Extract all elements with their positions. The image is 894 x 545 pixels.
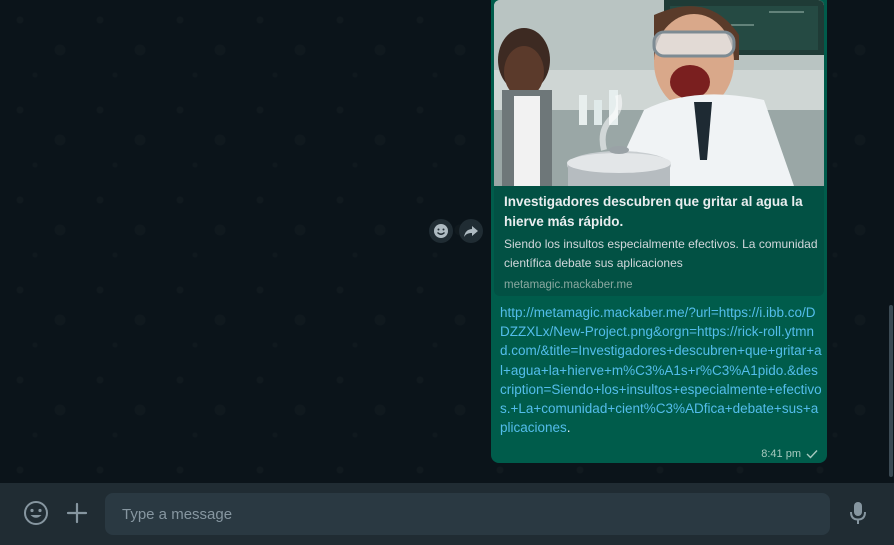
scientist-image <box>494 0 824 186</box>
emoji-icon <box>24 501 48 525</box>
single-check-icon <box>806 450 818 459</box>
message-text-suffix: . <box>566 420 571 436</box>
link-preview-domain: metamagic.mackaber.me <box>504 279 633 291</box>
message-meta: 8:41 pm <box>761 448 819 460</box>
link-preview-text: Investigadores descubren que gritar al a… <box>504 192 818 293</box>
link-preview-title: Investigadores descubren que gritar al a… <box>504 194 803 229</box>
message-composer <box>0 483 894 545</box>
scrollbar[interactable] <box>889 305 893 477</box>
voice-message-button[interactable] <box>845 500 871 526</box>
link-preview-description: Siendo los insultos especialmente efecti… <box>504 237 818 270</box>
react-button[interactable] <box>429 219 453 243</box>
outgoing-message-bubble[interactable]: Investigadores descubren que gritar al a… <box>491 0 827 463</box>
attach-button[interactable] <box>64 500 90 526</box>
message-time: 8:41 pm <box>761 448 801 460</box>
link-preview-image[interactable] <box>494 0 824 186</box>
forward-icon <box>464 226 478 237</box>
plus-icon <box>66 502 88 524</box>
link-preview-card[interactable]: Investigadores descubren que gritar al a… <box>494 0 824 296</box>
forward-button[interactable] <box>459 219 483 243</box>
emoji-react-icon <box>434 224 448 238</box>
microphone-icon <box>850 502 866 524</box>
message-input[interactable] <box>105 493 830 535</box>
chat-panel: Investigadores descubren que gritar al a… <box>0 0 894 483</box>
message-link[interactable]: http://metamagic.mackaber.me/?url=https:… <box>500 305 822 435</box>
emoji-button[interactable] <box>23 500 49 526</box>
message-text: http://metamagic.mackaber.me/?url=https:… <box>500 303 822 437</box>
